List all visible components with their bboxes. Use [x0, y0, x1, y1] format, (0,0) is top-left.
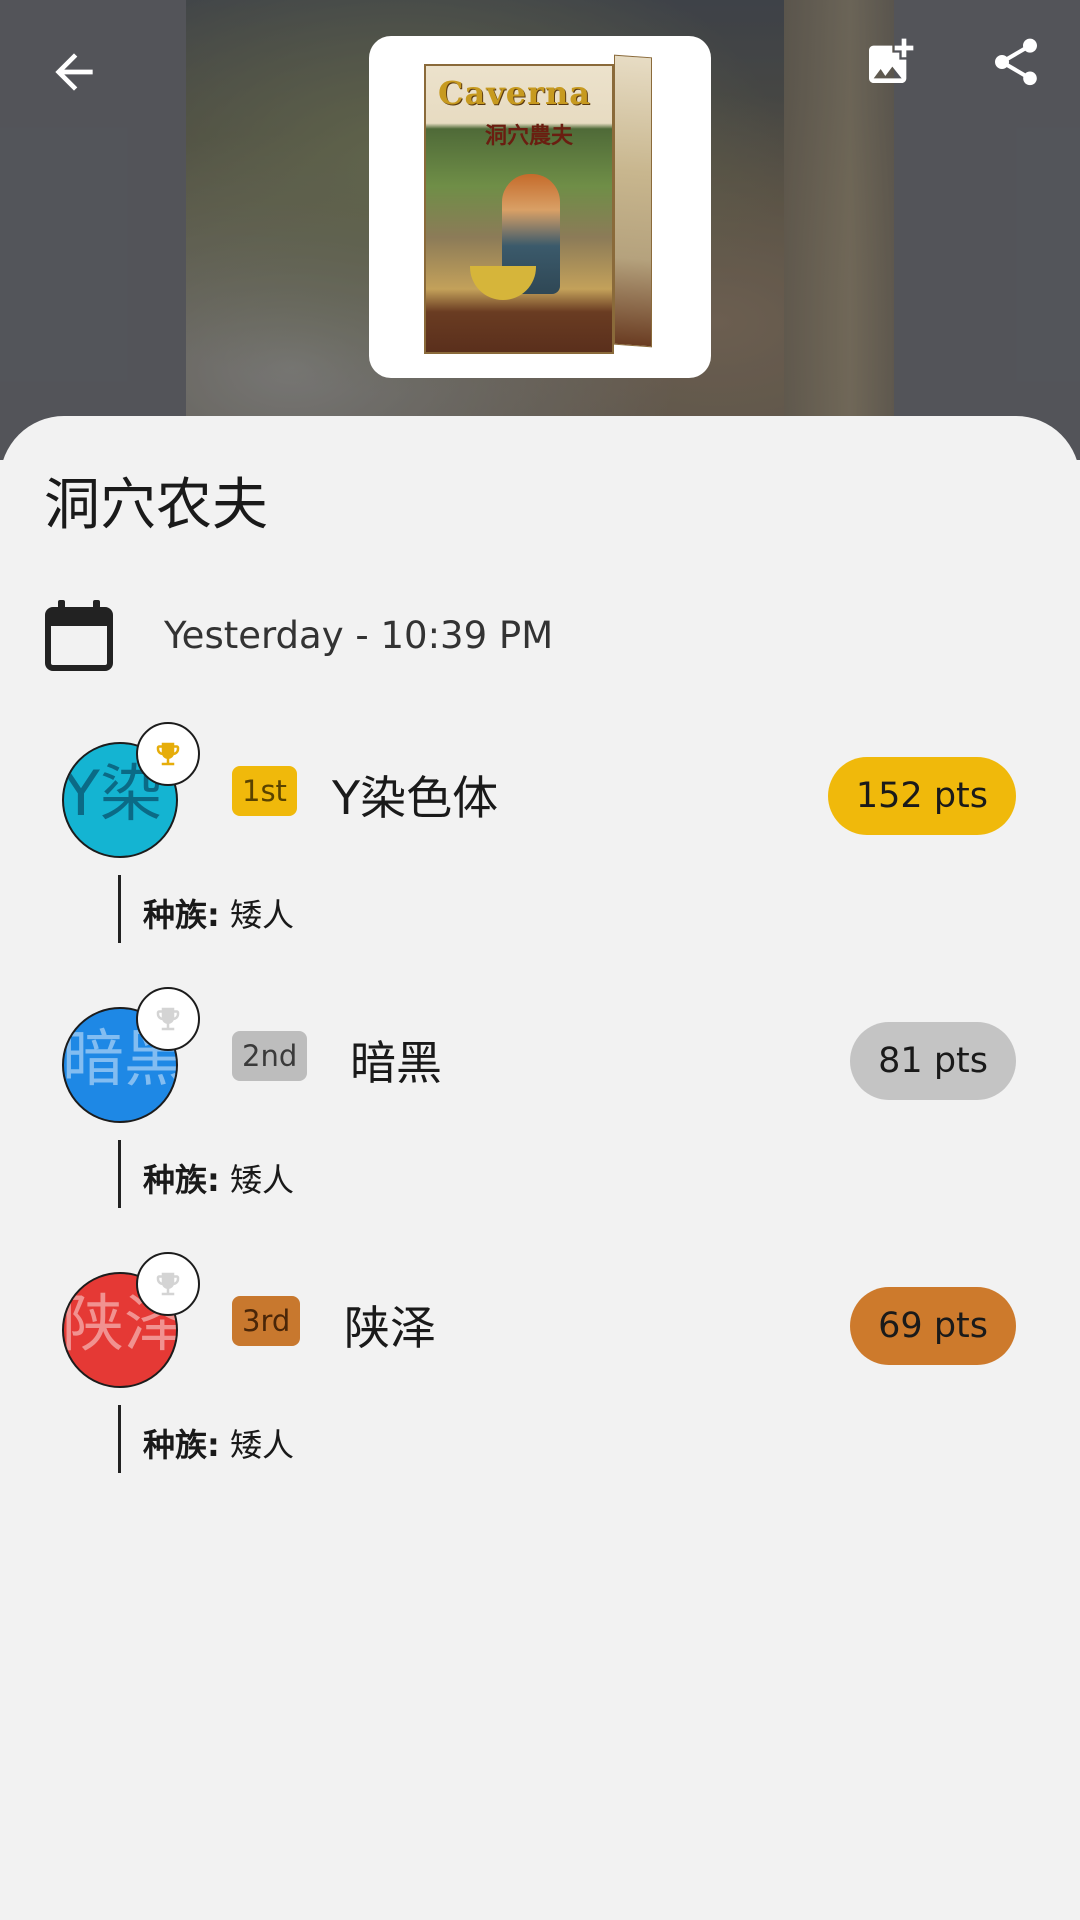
share-icon: [995, 38, 1037, 86]
player-row-3[interactable]: 陕泽 3rd 陕泽 69 pts 种族: 矮人: [0, 1252, 1080, 1497]
add-photo-icon: [869, 38, 914, 83]
trophy-icon: [136, 1252, 200, 1316]
race-value: 矮人: [229, 896, 294, 934]
date-row[interactable]: Yesterday - 10:39 PM: [44, 598, 553, 672]
race-divider: [118, 875, 121, 943]
add-image-button[interactable]: [842, 14, 938, 110]
place-badge: 1st: [232, 766, 297, 816]
score-pill: 69 pts: [850, 1287, 1016, 1365]
game-box-image: Caverna 洞穴農夫: [424, 54, 656, 358]
player-name: 暗黑: [350, 1036, 442, 1090]
cover-subtitle: 洞穴農夫: [484, 124, 573, 149]
back-button[interactable]: [26, 24, 122, 120]
score-pill: 152 pts: [827, 757, 1016, 835]
score-pill: 81 pts: [850, 1022, 1016, 1100]
box-side: [614, 54, 652, 348]
race-value: 矮人: [229, 1161, 294, 1199]
player-row-2[interactable]: 暗黑 2nd 暗黑 81 pts 种族: 矮人: [0, 987, 1080, 1232]
cover-title: Caverna: [438, 74, 592, 112]
race-label: 种族:: [143, 1426, 220, 1464]
header-hero: Caverna 洞穴農夫: [0, 0, 1080, 460]
race-label: 种族:: [143, 896, 220, 934]
race-label: 种族:: [143, 1161, 220, 1199]
game-title: 洞穴农夫: [44, 473, 268, 538]
race-info: 种族: 矮人: [143, 890, 294, 936]
race-divider: [118, 1405, 121, 1473]
race-info: 种族: 矮人: [143, 1155, 294, 1201]
player-name: 陕泽: [344, 1301, 436, 1355]
race-divider: [118, 1140, 121, 1208]
game-cover-card[interactable]: Caverna 洞穴農夫: [369, 36, 711, 378]
player-row-1[interactable]: Y染 1st Y染色体 152 pts 种族: 矮人: [0, 722, 1080, 967]
details-sheet: 洞穴农夫 Yesterday - 10:39 PM Y染 1st Y染色体 15…: [0, 416, 1080, 1920]
race-info: 种族: 矮人: [143, 1420, 294, 1466]
player-name: Y染色体: [332, 771, 499, 825]
arrow-left-icon: [55, 53, 93, 91]
place-badge: 3rd: [232, 1296, 301, 1346]
race-value: 矮人: [229, 1426, 294, 1464]
calendar-icon: [44, 598, 114, 672]
share-button[interactable]: [968, 14, 1064, 110]
place-badge: 2nd: [232, 1031, 308, 1081]
play-date: Yesterday - 10:39 PM: [164, 613, 554, 657]
trophy-icon: [136, 987, 200, 1051]
trophy-icon: [136, 722, 200, 786]
